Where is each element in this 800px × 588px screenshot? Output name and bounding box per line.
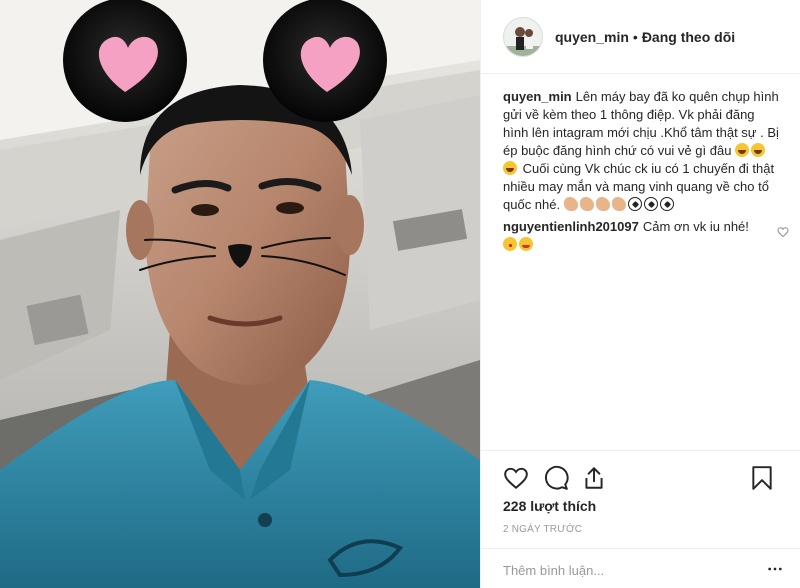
flexed-biceps-emoji-icon [595,197,610,211]
share-icon[interactable] [581,465,607,491]
likes-count[interactable]: 228 lượt thích [503,498,596,514]
post-username[interactable]: quyen_min [555,29,629,45]
caption: quyen_min Lên máy bay đã ko quên chụp hìn… [503,88,783,214]
heart-icon[interactable] [503,465,529,491]
soccer-ball-emoji-icon [627,197,642,211]
header-text: quyen_min • Đang theo dõi [555,29,735,45]
separator-dot: • [632,28,638,45]
laughing-emoji-icon [735,143,750,157]
flexed-biceps-emoji-icon [611,197,626,211]
comment-item: nguyentienlinh201097 Cảm ơn vk iu nhé! [503,218,789,254]
selfie-image [0,0,480,588]
caption-username[interactable]: quyen_min [503,89,572,104]
comments-list: quyen_min Lên máy bay đã ko quên chụp hìn… [503,88,789,258]
comment-text: Cảm ơn vk iu nhé! [642,219,749,234]
flexed-biceps-emoji-icon [579,197,594,211]
avatar[interactable] [503,16,543,57]
post-photo[interactable] [0,0,480,588]
winking-tongue-emoji-icon [519,237,533,251]
caption-emojis-2 [563,197,676,212]
comment-username[interactable]: nguyentienlinh201097 [503,219,639,234]
comment-input[interactable] [503,559,753,581]
bookmark-icon[interactable] [749,465,775,491]
comment-emojis [503,236,765,254]
face-blowing-kiss-emoji-icon [503,237,517,251]
comment-like-heart-icon[interactable] [777,226,789,238]
soccer-ball-emoji-icon [643,197,658,211]
flexed-biceps-emoji-icon [563,197,578,211]
laughing-emoji-icon [751,143,766,157]
post-date[interactable]: 2 NGÀY TRƯỚC [503,524,582,535]
post-header: quyen_min • Đang theo dõi [481,0,800,74]
add-comment-section [481,548,800,588]
instagram-post: quyen_min • Đang theo dõi quyen_min Lên máy… [0,0,800,588]
soccer-ball-emoji-icon [659,197,674,211]
avatar-image [504,17,542,56]
comment-bubble-icon[interactable] [543,465,569,491]
ellipsis-icon[interactable] [767,561,783,577]
follow-status-button[interactable]: Đang theo dõi [642,29,735,45]
laughing-emoji-icon [503,161,517,175]
action-bar [481,450,800,502]
post-details-panel: quyen_min • Đang theo dõi quyen_min Lên máy… [480,0,800,588]
